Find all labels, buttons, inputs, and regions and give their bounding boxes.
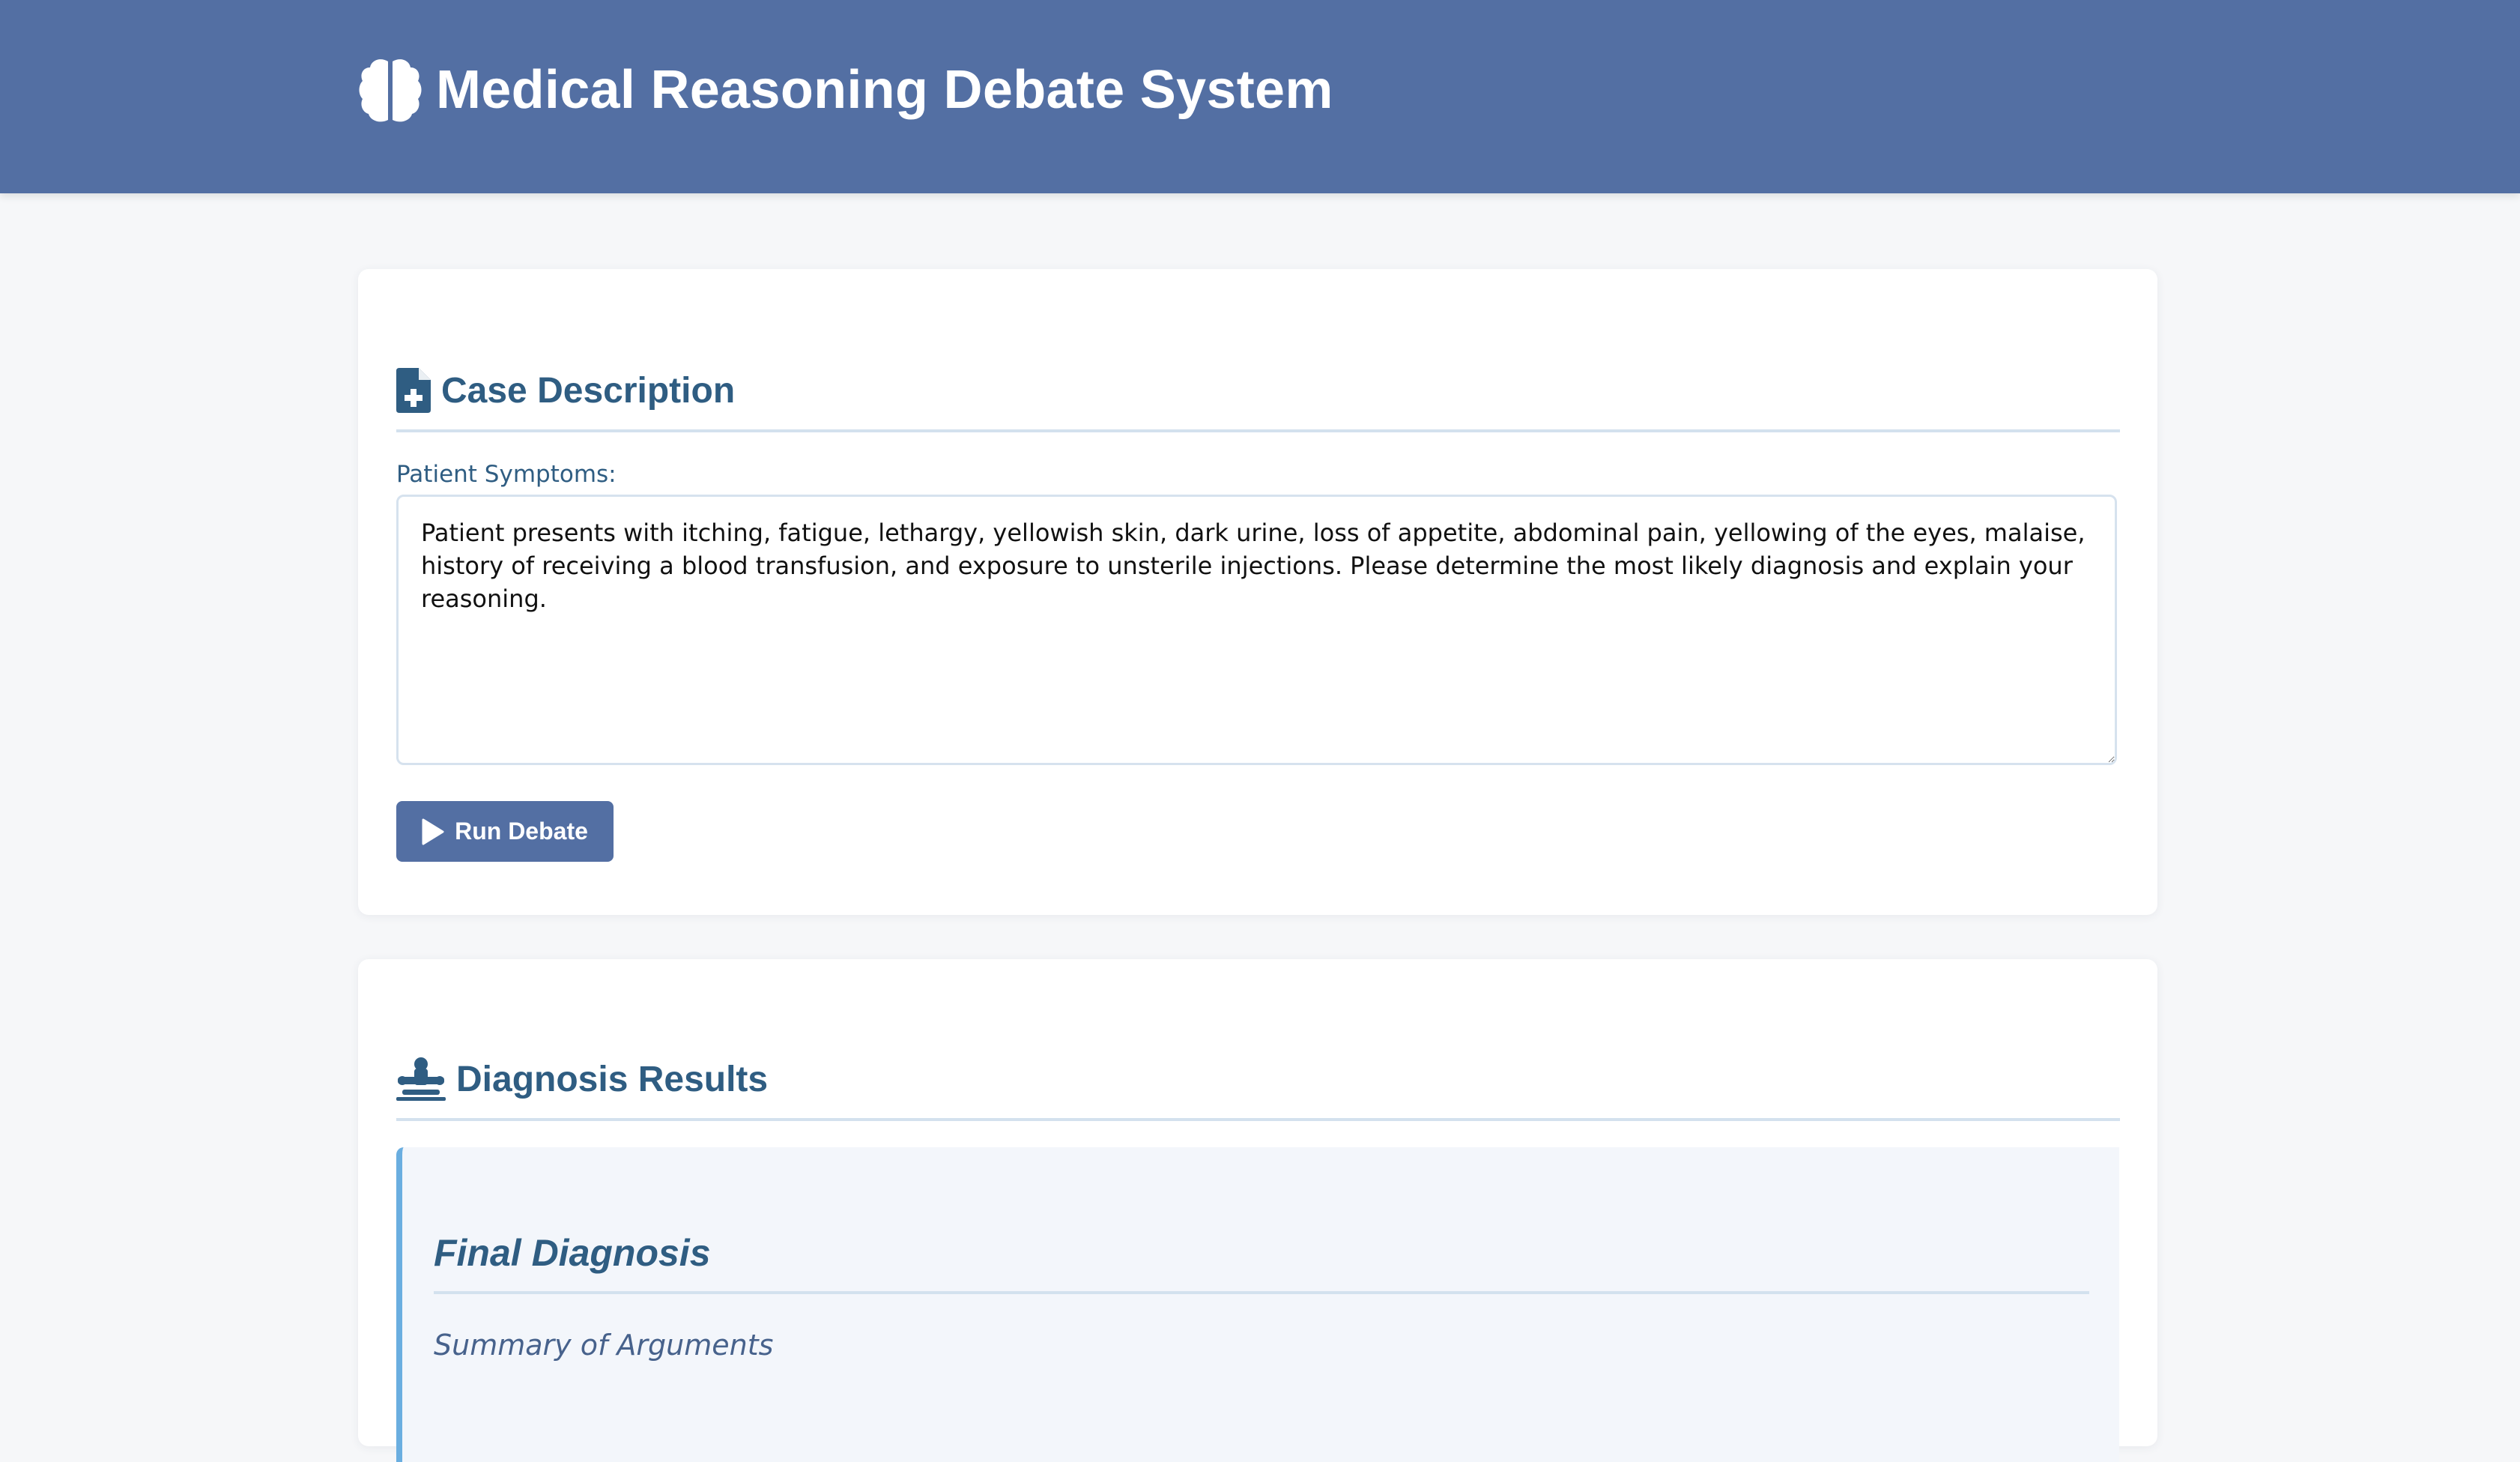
diagnosis-result-panel: Final Diagnosis Summary of Arguments	[396, 1147, 2119, 1462]
run-debate-label: Run Debate	[455, 818, 588, 845]
file-medical-icon	[396, 368, 431, 413]
symptoms-label: Patient Symptoms:	[396, 461, 617, 488]
app-title: Medical Reasoning Debate System	[436, 60, 1333, 120]
play-icon	[422, 818, 444, 845]
app-header: Medical Reasoning Debate System	[0, 0, 2520, 193]
symptoms-input[interactable]	[396, 495, 2117, 765]
run-debate-button[interactable]: Run Debate	[396, 801, 614, 862]
case-description-card: Case Description Patient Symptoms: Run D…	[358, 269, 2157, 915]
final-diagnosis-heading: Final Diagnosis	[434, 1222, 2089, 1294]
summary-of-arguments-heading: Summary of Arguments	[434, 1329, 774, 1362]
user-doctor-icon	[396, 1057, 446, 1101]
case-section-header: Case Description	[396, 351, 2120, 432]
diagnosis-results-card: Diagnosis Results Final Diagnosis Summar…	[358, 959, 2157, 1462]
case-section-title: Case Description	[441, 370, 736, 411]
brain-icon	[359, 59, 422, 122]
results-section-header: Diagnosis Results	[396, 1040, 2120, 1121]
header-brand: Medical Reasoning Debate System	[358, 52, 1333, 127]
results-section-title: Diagnosis Results	[456, 1059, 769, 1099]
